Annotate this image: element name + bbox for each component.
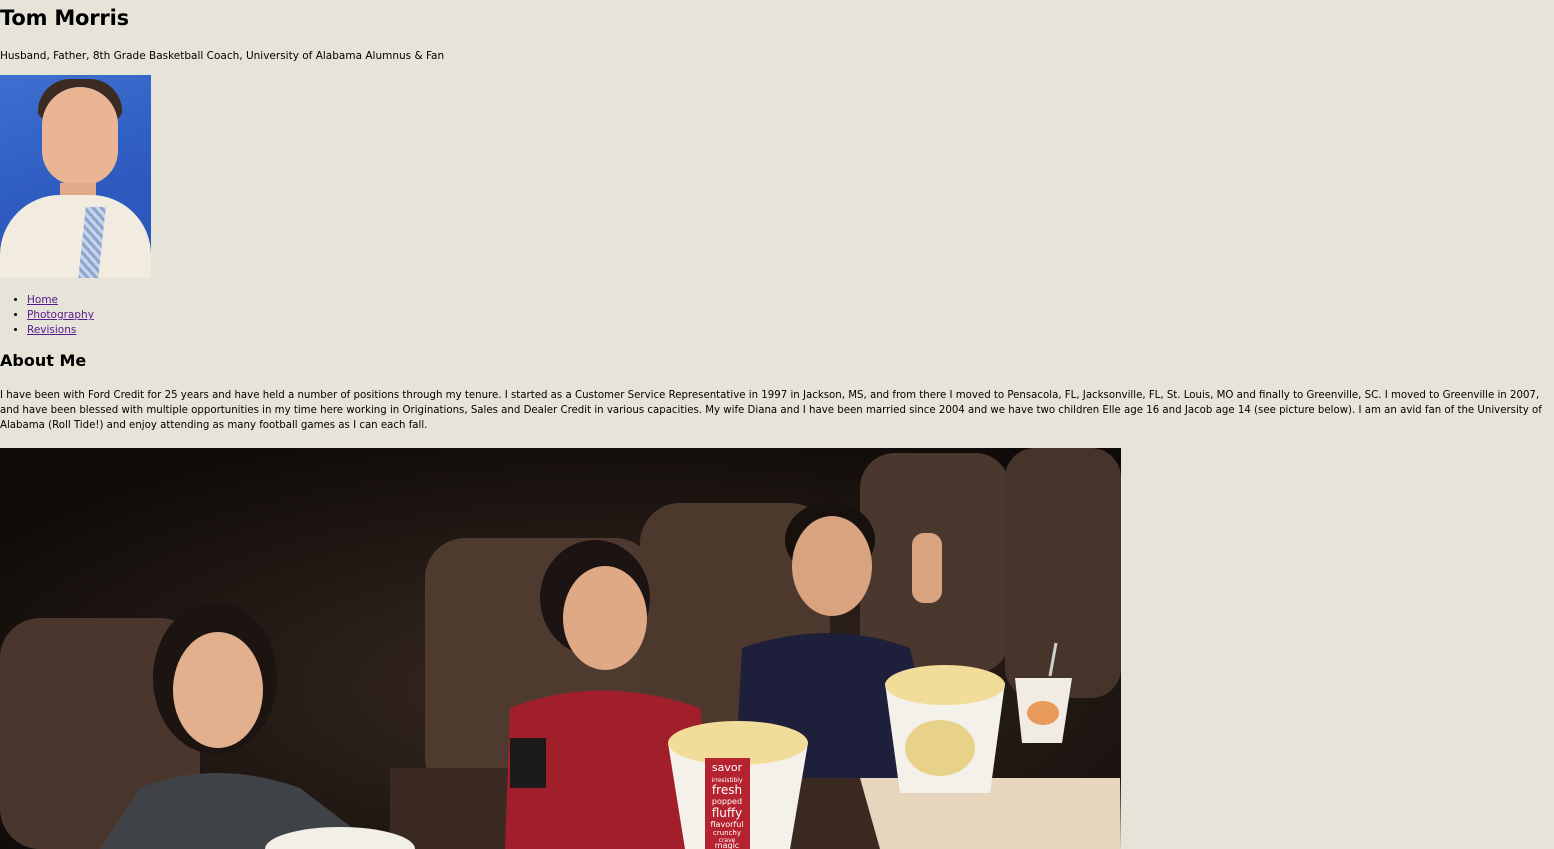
popcorn-print bbox=[905, 720, 975, 776]
nav-link-photography[interactable]: Photography bbox=[27, 309, 94, 321]
girl-face bbox=[173, 632, 263, 748]
nav-link-home[interactable]: Home bbox=[27, 294, 58, 306]
site-nav: Home Photography Revisions bbox=[0, 293, 94, 338]
page: Tom Morris Husband, Father, 8th Grade Ba… bbox=[0, 0, 1554, 849]
bucket-text-0: savor bbox=[712, 761, 743, 774]
bucket-text-3: popped bbox=[712, 797, 742, 806]
nav-item-revisions: Revisions bbox=[27, 323, 94, 338]
tagline: Husband, Father, 8th Grade Basketball Co… bbox=[0, 50, 445, 62]
nav-item-home: Home bbox=[27, 293, 94, 308]
son-hand bbox=[912, 533, 942, 603]
bucket-text-4: fluffy bbox=[712, 806, 743, 820]
mother-sleeve bbox=[510, 738, 546, 788]
cup-logo bbox=[1027, 701, 1059, 725]
popcorn-right bbox=[885, 665, 1005, 705]
about-paragraph: I have been with Ford Credit for 25 year… bbox=[0, 390, 1542, 431]
about-heading: About Me bbox=[0, 351, 87, 370]
mother-face bbox=[563, 566, 647, 670]
son-face bbox=[792, 516, 872, 616]
family-photo: savor irresistibly fresh popped fluffy f… bbox=[0, 448, 1121, 849]
seat-far-right bbox=[1005, 448, 1121, 698]
bucket-text-8: magic bbox=[715, 841, 739, 849]
page-title: Tom Morris bbox=[0, 6, 129, 30]
bucket-text-5: flavorful bbox=[711, 820, 744, 829]
profile-photo bbox=[0, 75, 151, 278]
bucket-text-2: fresh bbox=[712, 783, 742, 797]
bucket-text-6: crunchy bbox=[713, 829, 741, 837]
nav-link-revisions[interactable]: Revisions bbox=[27, 324, 76, 336]
portrait-shirt bbox=[0, 195, 151, 278]
portrait-face bbox=[42, 87, 118, 185]
nav-item-photography: Photography bbox=[27, 308, 94, 323]
family-photo-art: savor irresistibly fresh popped fluffy f… bbox=[0, 448, 1121, 849]
